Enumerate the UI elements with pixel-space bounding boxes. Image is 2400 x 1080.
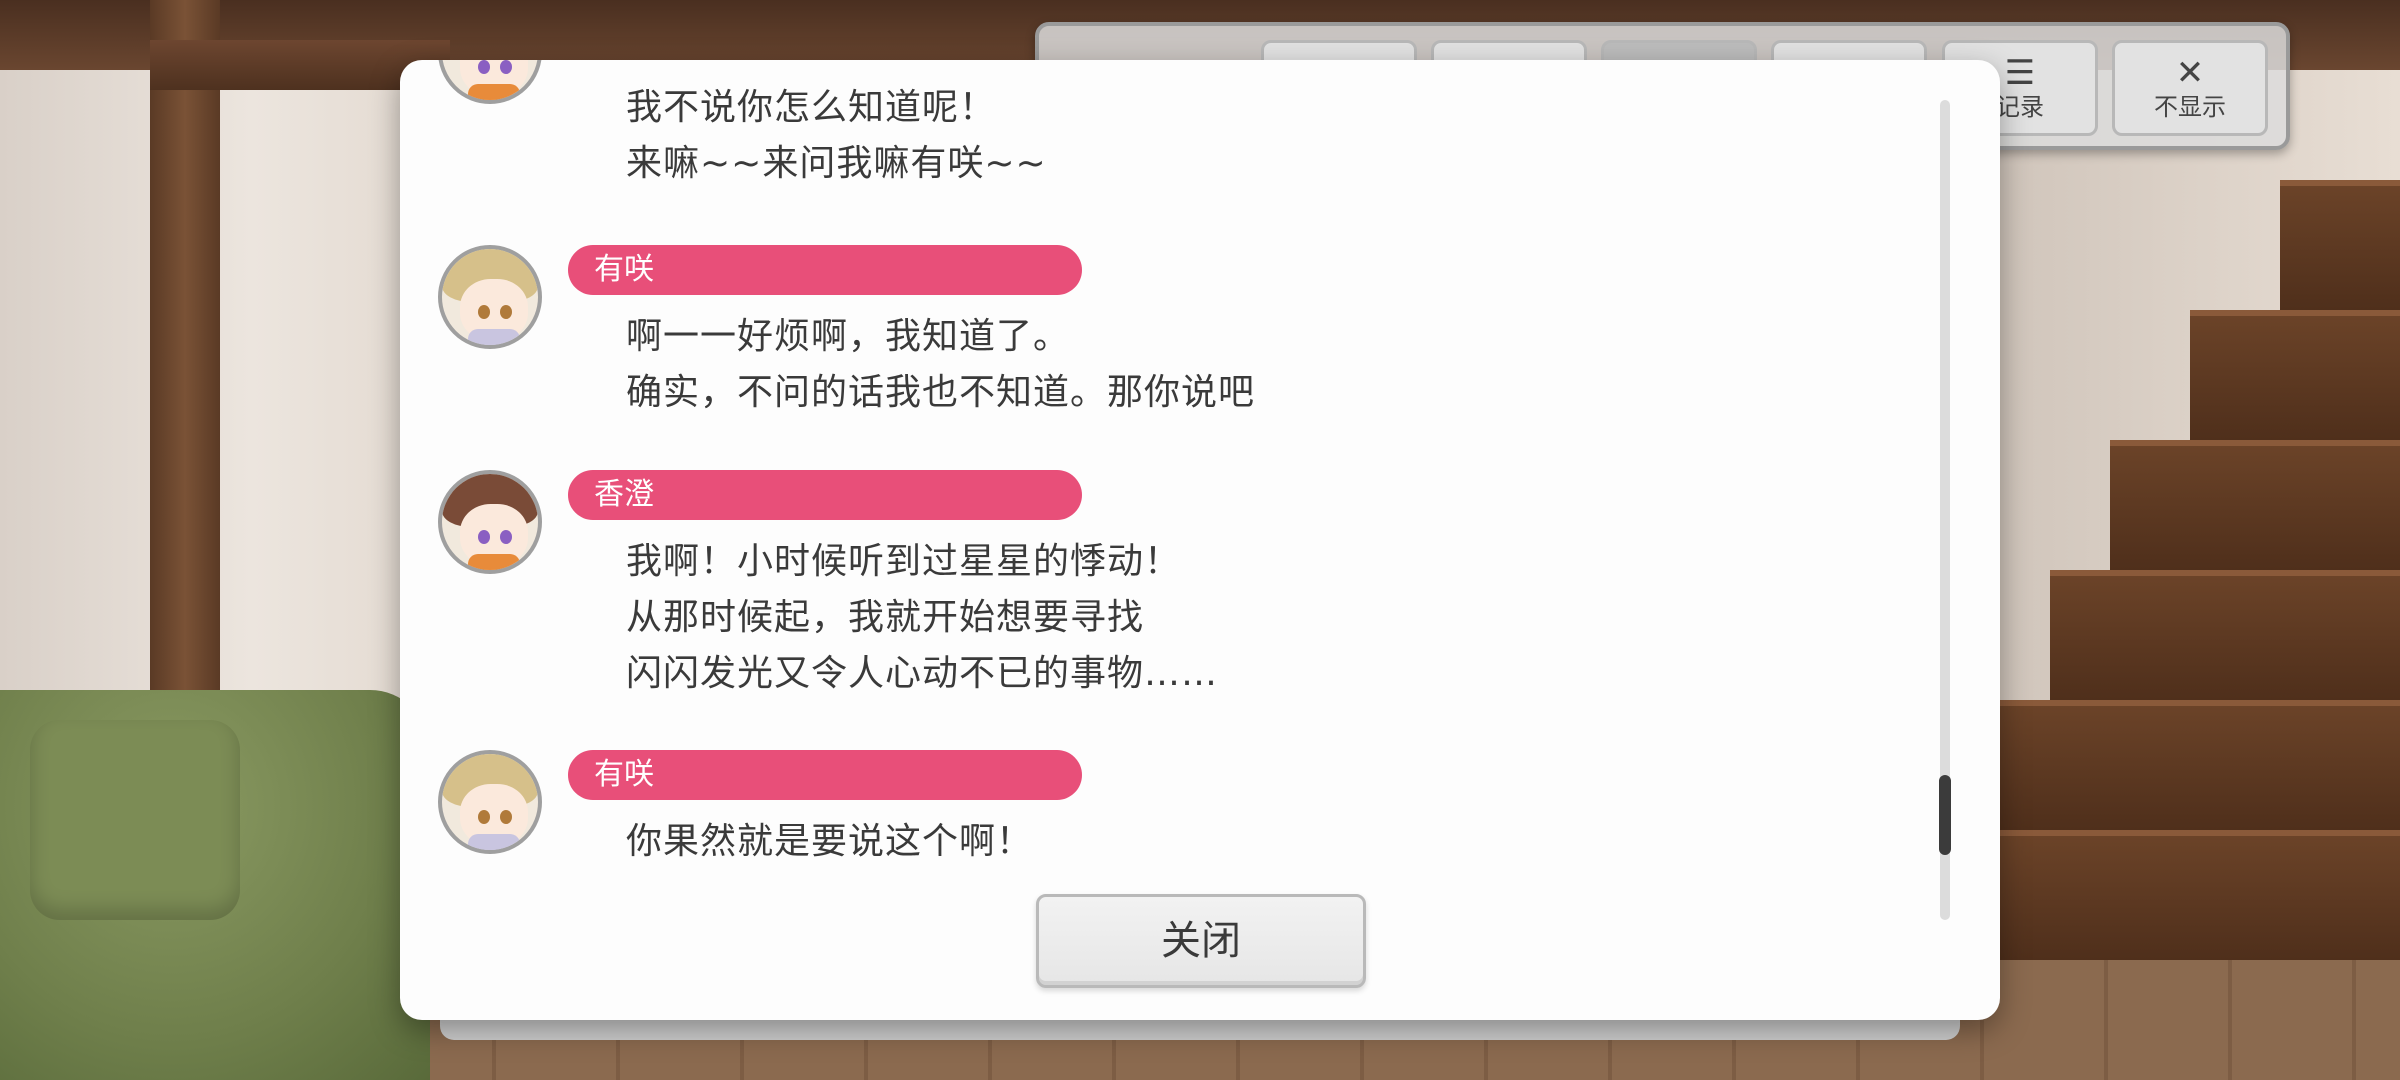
speaker-name: 有咲 [568, 245, 1082, 295]
log-label: 记录 [1996, 93, 2044, 121]
scrollbar-thumb[interactable] [1939, 775, 1951, 855]
staircase [1970, 180, 2400, 1080]
avatar [438, 470, 542, 574]
dialogue-line: 啊一一好烦啊，我知道了。 [626, 316, 1071, 357]
log-entry: 我不说你怎么知道呢！ 来嘛~~来问我嘛有咲~~ [400, 60, 1960, 245]
log-icon: ☰ [2004, 53, 2036, 93]
close-icon: ✕ [2175, 53, 2205, 93]
avatar [438, 60, 542, 104]
dialogue-line: 确实，不问的话我也不知道。那你说吧 [626, 372, 1256, 413]
log-list[interactable]: 我不说你怎么知道呢！ 来嘛~~来问我嘛有咲~~ 有咲 啊一一好烦啊，我知道了。 … [400, 60, 1960, 880]
sofa-cushion [30, 720, 240, 920]
hide-ui-button[interactable]: ✕ 不显示 [2112, 40, 2268, 136]
avatar [438, 245, 542, 349]
hide-ui-label: 不显示 [2154, 93, 2226, 121]
dialogue-line: 我啊！小时候听到过星星的悸动！ [626, 541, 1182, 582]
speaker-name: 香澄 [568, 470, 1082, 520]
story-log-dialog: 我不说你怎么知道呢！ 来嘛~~来问我嘛有咲~~ 有咲 啊一一好烦啊，我知道了。 … [400, 60, 2000, 1020]
dialogue-line: 从那时候起，我就开始想要寻找 [626, 597, 1145, 638]
avatar [438, 750, 542, 854]
dialogue-line: 我不说你怎么知道呢！ [626, 87, 997, 128]
close-button[interactable]: 关闭 [1036, 894, 1366, 988]
log-entry: 有咲 你果然就是要说这个啊！ [400, 750, 1960, 880]
dialogue-line: 闪闪发光又令人心动不已的事物…… [626, 653, 1219, 694]
log-entry: 有咲 啊一一好烦啊，我知道了。 确实，不问的话我也不知道。那你说吧 [400, 245, 1960, 470]
speaker-name: 有咲 [568, 750, 1082, 800]
dialogue-line: 来嘛~~来问我嘛有咲~~ [626, 143, 1047, 184]
log-entry: 香澄 我啊！小时候听到过星星的悸动！ 从那时候起，我就开始想要寻找 闪闪发光又令… [400, 470, 1960, 750]
dialogue-line: 你果然就是要说这个啊！ [626, 821, 1034, 862]
